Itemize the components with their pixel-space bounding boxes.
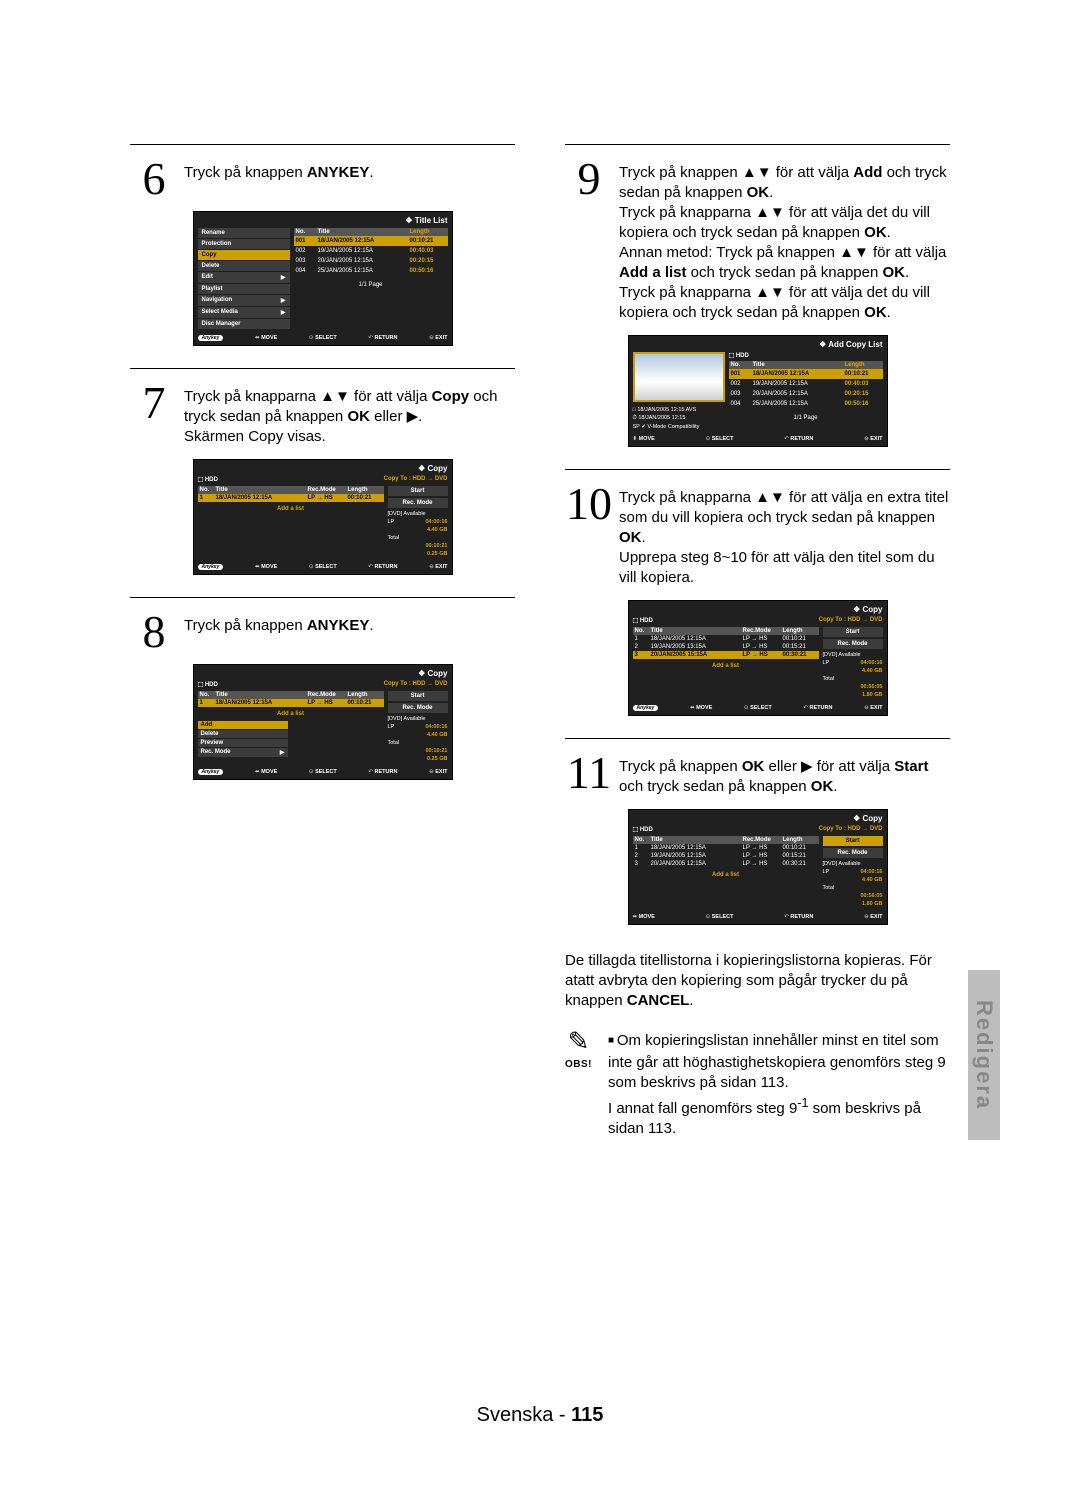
screen-title: Copy	[198, 464, 448, 473]
screen-copy-anykey: Copy ⬚ HDDCopy To : HDD → DVD No.TitleRe…	[193, 664, 453, 780]
screen-copy-1: Copy ⬚ HDDCopy To : HDD → DVD No.TitleRe…	[193, 459, 453, 575]
anykey-icon: Anykey	[198, 335, 224, 341]
availability-info: [DVD] Available LP04:00:16 4.40 GB Total…	[388, 510, 448, 558]
submenu-delete[interactable]: Delete	[198, 730, 288, 738]
screen-add-copy-list: Add Copy List □ 18/JAN/2005 12:15 AVS ⏱ …	[628, 335, 888, 447]
preview-thumbnail	[633, 352, 725, 402]
submenu-recmode[interactable]: Rec. Mode▶	[198, 748, 288, 757]
screen-footer: Anykey ⬌ MOVE ⊙ SELECT ↶ RETURN ⊖ EXIT	[198, 333, 448, 343]
step-number: 8	[130, 612, 178, 652]
step-9: 9 Tryck på knappen ▲▼ för att välja Add …	[565, 159, 950, 323]
menu-item[interactable]: Rename	[198, 228, 290, 238]
page-indicator: 1/1 Page	[294, 282, 448, 288]
note-box: ✎ OBS! Om kopieringslistan innehåller mi…	[565, 1031, 950, 1139]
menu-item-copy[interactable]: Copy	[198, 250, 290, 260]
menu-item[interactable]: Delete	[198, 261, 290, 271]
note-text: Om kopieringslistan innehåller minst en …	[608, 1031, 950, 1139]
step-text: Tryck på knapparna ▲▼ för att välja en e…	[619, 484, 950, 588]
menu-item[interactable]: Edit▶	[198, 272, 290, 283]
submenu-preview[interactable]: Preview	[198, 739, 288, 747]
step-text: Tryck på knappen ▲▼ för att välja Add oc…	[619, 159, 950, 323]
step-number: 6	[130, 159, 178, 199]
right-column: 9 Tryck på knappen ▲▼ för att välja Add …	[565, 130, 950, 1139]
screen-title-list: Title List Rename Protection Copy Delete…	[193, 211, 453, 346]
screen-copy-3: Copy ⬚ HDDCopy To : HDD → DVD No.TitleRe…	[628, 600, 888, 716]
left-column: 6 Tryck på knappen ANYKEY. Title List Re…	[130, 130, 515, 1139]
screen-copy-start: Copy ⬚ HDDCopy To : HDD → DVD No.TitleRe…	[628, 809, 888, 925]
add-a-list[interactable]: Add a list	[198, 506, 384, 512]
after-step-11: De tillagda titellistorna i kopieringsli…	[565, 947, 950, 1011]
section-tab: Redigera	[968, 970, 1000, 1140]
note-icon: ✎	[565, 1031, 592, 1051]
submenu-add[interactable]: Add	[198, 721, 288, 729]
menu-item[interactable]: Protection	[198, 239, 290, 249]
step-number: 10	[565, 484, 613, 524]
step-number: 7	[130, 383, 178, 423]
manual-page: Redigera 6 Tryck på knappen ANYKEY. Titl…	[0, 0, 1080, 1487]
section-tab-label: Redigera	[971, 1000, 997, 1110]
start-button[interactable]: Start	[388, 486, 448, 496]
note-label: OBS!	[565, 1055, 592, 1075]
step-7: 7 Tryck på knapparna ▲▼ för att välja Co…	[130, 383, 515, 447]
screen-title: Title List	[198, 216, 448, 225]
menu-item[interactable]: Disc Manager	[198, 319, 290, 329]
context-menu: Rename Protection Copy Delete Edit▶ Play…	[198, 228, 290, 329]
step-number: 11	[565, 753, 613, 793]
menu-item[interactable]: Playlist	[198, 284, 290, 294]
step-number: 9	[565, 159, 613, 199]
step-8: 8 Tryck på knappen ANYKEY.	[130, 612, 515, 652]
step-text: Tryck på knapparna ▲▼ för att välja Copy…	[184, 383, 515, 447]
step-6: 6 Tryck på knappen ANYKEY.	[130, 159, 515, 199]
step-text: Tryck på knappen ANYKEY.	[184, 159, 374, 183]
step-11: 11 Tryck på knappen OK eller ▶ för att v…	[565, 753, 950, 797]
recmode-button[interactable]: Rec. Mode	[388, 498, 448, 508]
step-10: 10 Tryck på knapparna ▲▼ för att välja e…	[565, 484, 950, 588]
start-button[interactable]: Start	[823, 836, 883, 846]
menu-item[interactable]: Select Media▶	[198, 307, 290, 318]
menu-item[interactable]: Navigation▶	[198, 295, 290, 306]
page-footer: Svenska - 115	[0, 1404, 1080, 1427]
step-text: Tryck på knappen OK eller ▶ för att välj…	[619, 753, 950, 797]
step-text: Tryck på knappen ANYKEY.	[184, 612, 374, 636]
